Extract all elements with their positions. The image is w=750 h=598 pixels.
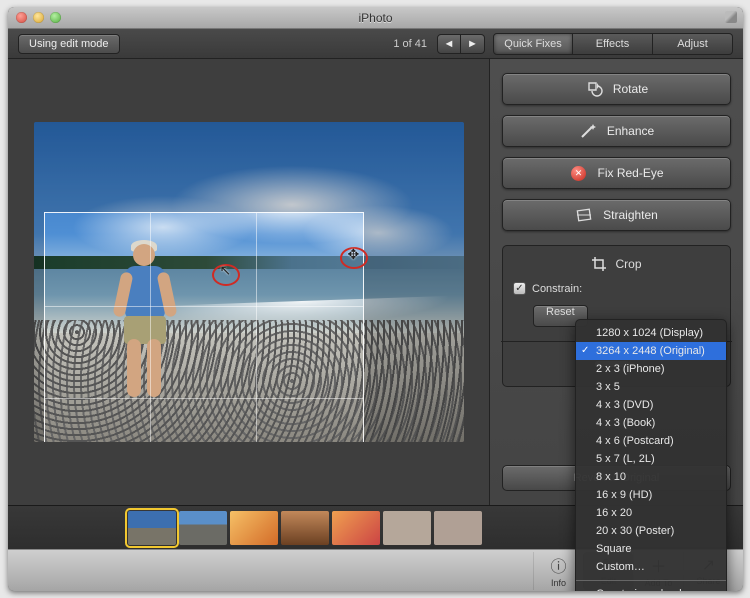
top-strip: Using edit mode 1 of 41 ◄ ► Quick Fixes … (8, 29, 743, 59)
tab-effects[interactable]: Effects (573, 33, 653, 55)
dropdown-item[interactable]: 16 x 9 (HD) (576, 486, 726, 504)
constrain-dropdown[interactable]: 1280 x 1024 (Display)3264 x 2448 (Origin… (575, 319, 727, 591)
tab-adjust[interactable]: Adjust (653, 33, 733, 55)
enhance-button[interactable]: Enhance (502, 115, 731, 147)
strip-right: 1 of 41 ◄ ► Quick Fixes Effects Adjust (393, 33, 733, 55)
reset-label: Reset (546, 306, 575, 318)
window-title: iPhoto (358, 11, 392, 25)
edit-mode-chip[interactable]: Using edit mode (18, 34, 120, 54)
constrain-label: Constrain: (532, 283, 582, 295)
dropdown-item[interactable]: 5 x 7 (L, 2L) (576, 450, 726, 468)
close-window-button[interactable] (16, 12, 27, 23)
constrain-row: ✓ Constrain: (513, 282, 720, 295)
minimize-window-button[interactable] (33, 12, 44, 23)
dropdown-item[interactable]: 3 x 5 (576, 378, 726, 396)
thumbnail[interactable] (383, 511, 431, 545)
nav-pair: ◄ ► (437, 34, 485, 54)
dropdown-item[interactable]: 8 x 10 (576, 468, 726, 486)
thumbnail[interactable] (332, 511, 380, 545)
dropdown-item[interactable]: 4 x 3 (Book) (576, 414, 726, 432)
next-photo-button[interactable]: ► (461, 34, 485, 54)
app-window: iPhoto Using edit mode 1 of 41 ◄ ► Quick… (8, 7, 743, 591)
constrain-checkbox[interactable]: ✓ (513, 282, 526, 295)
dropdown-item[interactable]: 4 x 6 (Postcard) (576, 432, 726, 450)
dropdown-item-constrain-landscape[interactable]: Constrain as landscape (576, 585, 726, 591)
photo-counter: 1 of 41 (393, 38, 427, 50)
titlebar[interactable]: iPhoto (8, 7, 743, 29)
wand-icon (579, 122, 597, 140)
info-label: Info (551, 578, 566, 588)
dropdown-item[interactable]: Square (576, 540, 726, 558)
dropdown-item[interactable]: 2 x 3 (iPhone) (576, 360, 726, 378)
move-cursor-icon: ↖ (220, 262, 232, 279)
zoom-window-button[interactable] (50, 12, 61, 23)
window-controls (16, 12, 61, 23)
thumbnail[interactable] (128, 511, 176, 545)
dropdown-item[interactable]: 20 x 30 (Poster) (576, 522, 726, 540)
enhance-label: Enhance (607, 124, 654, 138)
info-icon: ⓘ (550, 553, 566, 577)
photo-canvas[interactable]: ↖ ✥ ✥ (34, 122, 464, 442)
rotate-icon (585, 80, 603, 98)
edit-tabs: Quick Fixes Effects Adjust (493, 33, 733, 55)
tab-quick-fixes[interactable]: Quick Fixes (493, 33, 573, 55)
photo-viewer: ↖ ✥ ✥ (8, 59, 489, 505)
thumbnail[interactable] (434, 511, 482, 545)
thumbnail[interactable] (281, 511, 329, 545)
edit-mode-label: Using edit mode (29, 38, 109, 50)
resize-cursor-icon: ✥ (348, 246, 360, 263)
thumbnail[interactable] (179, 511, 227, 545)
dropdown-separator (576, 580, 726, 581)
straighten-icon (575, 206, 593, 224)
redeye-label: Fix Red-Eye (597, 166, 663, 180)
fullscreen-button[interactable] (725, 11, 737, 23)
dropdown-item[interactable]: 3264 x 2448 (Original) (576, 342, 726, 360)
dropdown-item[interactable]: 1280 x 1024 (Display) (576, 324, 726, 342)
crop-label: Crop (615, 257, 641, 271)
dropdown-item[interactable]: 4 x 3 (DVD) (576, 396, 726, 414)
straighten-button[interactable]: Straighten (502, 199, 731, 231)
fix-redeye-button[interactable]: ✕ Fix Red-Eye (502, 157, 731, 189)
dropdown-item[interactable]: 16 x 20 (576, 504, 726, 522)
dropdown-item[interactable]: Custom… (576, 558, 726, 576)
thumbnail[interactable] (230, 511, 278, 545)
redeye-icon: ✕ (569, 164, 587, 182)
crop-icon (591, 256, 607, 272)
crop-selection[interactable] (44, 212, 364, 442)
prev-photo-button[interactable]: ◄ (437, 34, 461, 54)
straighten-label: Straighten (603, 208, 658, 222)
crop-title-row: Crop (513, 256, 720, 272)
rotate-button[interactable]: Rotate (502, 73, 731, 105)
rotate-label: Rotate (613, 82, 648, 96)
